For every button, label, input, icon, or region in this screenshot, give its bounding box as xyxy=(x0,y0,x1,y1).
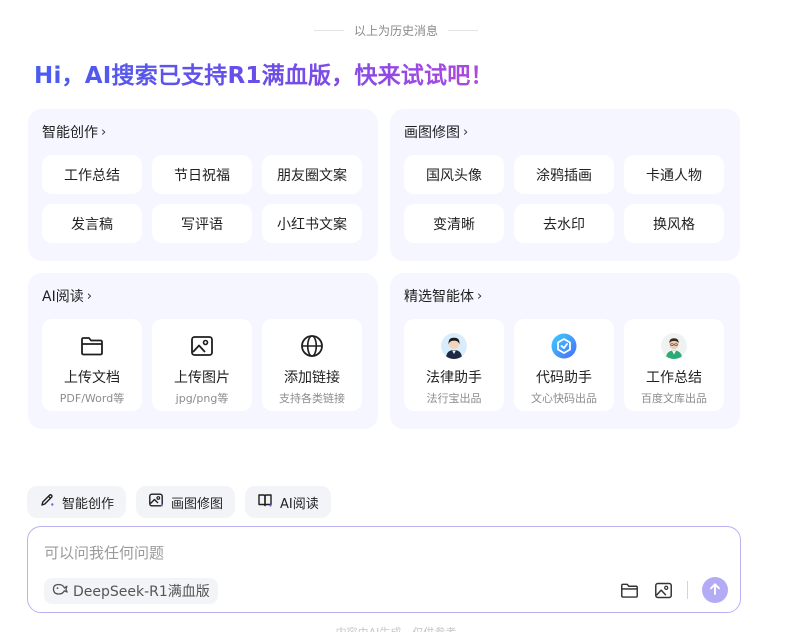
creation-card-title-text: 智能创作 xyxy=(42,125,98,141)
upload-image-tile[interactable]: 上传图片 jpg/png等 xyxy=(152,319,252,411)
deepseek-whale-icon xyxy=(52,582,68,600)
reading-card-title-text: AI阅读 xyxy=(42,289,84,305)
folder-icon xyxy=(79,333,105,359)
attach-folder-icon[interactable] xyxy=(619,580,639,600)
reading-card-title[interactable]: AI阅读 › xyxy=(42,285,364,307)
reading-tool-button[interactable]: AI阅读 xyxy=(245,486,331,518)
lawyer-avatar-icon xyxy=(441,333,467,359)
chip-guofeng-avatar[interactable]: 国风头像 xyxy=(404,155,504,194)
add-link-label: 添加链接 xyxy=(284,370,340,386)
headline: Hi，AI搜索已支持R1满血版，快来试试吧！ xyxy=(34,56,494,90)
chip-comment[interactable]: 写评语 xyxy=(152,204,252,243)
chat-input[interactable] xyxy=(44,541,644,565)
chevron-right-icon: › xyxy=(477,288,483,304)
painting-tool-button[interactable]: 画图修图 xyxy=(136,486,236,518)
history-divider-text: 以上为历史消息 xyxy=(353,24,438,38)
chip-remove-watermark[interactable]: 去水印 xyxy=(514,204,614,243)
arrow-up-icon xyxy=(708,581,722,600)
creation-tool-label: 智能创作 xyxy=(62,496,115,512)
legal-assistant-sub: 法行宝出品 xyxy=(426,392,482,405)
pen-sparkle-icon xyxy=(39,492,55,512)
agents-card-title[interactable]: 精选智能体 › xyxy=(404,285,726,307)
work-summary-agent-label: 工作总结 xyxy=(646,370,702,386)
image-icon xyxy=(189,333,215,359)
upload-image-label: 上传图片 xyxy=(174,370,230,386)
creation-card: 智能创作 › 工作总结 节日祝福 朋友圈文案 发言稿 写评语 小红书文案 xyxy=(28,109,378,261)
ai-disclaimer: 内容由AI生成，仅供参考 xyxy=(0,624,792,632)
upload-document-sub: PDF/Word等 xyxy=(59,392,125,405)
legal-assistant-label: 法律助手 xyxy=(426,370,482,386)
chevron-right-icon: › xyxy=(463,124,469,140)
agents-card: 精选智能体 › 法律助手 法行宝出品 代码助手 文心快码出品 工作总结 百度文库… xyxy=(390,273,740,429)
chip-xiaohongshu-copy[interactable]: 小红书文案 xyxy=(262,204,362,243)
upload-image-sub: jpg/png等 xyxy=(175,392,229,405)
creation-tool-button[interactable]: 智能创作 xyxy=(27,486,127,518)
legal-assistant-tile[interactable]: 法律助手 法行宝出品 xyxy=(404,319,504,411)
painting-card: 画图修图 › 国风头像 涂鸦插画 卡通人物 变清晰 去水印 换风格 xyxy=(390,109,740,261)
quick-toolbar: 智能创作 画图修图 AI阅读 xyxy=(27,486,331,518)
chip-doodle-illustration[interactable]: 涂鸦插画 xyxy=(514,155,614,194)
code-assistant-sub: 文心快码出品 xyxy=(531,392,597,405)
input-actions xyxy=(619,577,728,603)
chat-input-box: DeepSeek-R1满血版 xyxy=(27,526,741,613)
worker-avatar-icon xyxy=(661,333,687,359)
code-assistant-tile[interactable]: 代码助手 文心快码出品 xyxy=(514,319,614,411)
upload-document-tile[interactable]: 上传文档 PDF/Word等 xyxy=(42,319,142,411)
work-summary-agent-tile[interactable]: 工作总结 百度文库出品 xyxy=(624,319,724,411)
divider-line-right xyxy=(448,30,478,31)
reading-card: AI阅读 › 上传文档 PDF/Word等 上传图片 jpg/png等 添加链接… xyxy=(28,273,378,429)
chip-cartoon-character[interactable]: 卡通人物 xyxy=(624,155,724,194)
chip-moments-copy[interactable]: 朋友圈文案 xyxy=(262,155,362,194)
code-assistant-label: 代码助手 xyxy=(536,370,592,386)
add-link-sub: 支持各类链接 xyxy=(279,392,345,405)
painting-card-title[interactable]: 画图修图 › xyxy=(404,121,726,143)
add-link-tile[interactable]: 添加链接 支持各类链接 xyxy=(262,319,362,411)
model-selector[interactable]: DeepSeek-R1满血版 xyxy=(44,578,218,604)
model-name: DeepSeek-R1满血版 xyxy=(73,584,210,600)
book-icon xyxy=(257,492,273,512)
painting-card-title-text: 画图修图 xyxy=(404,125,460,141)
reading-tool-label: AI阅读 xyxy=(280,496,319,512)
attach-image-icon[interactable] xyxy=(653,580,673,600)
chip-speech[interactable]: 发言稿 xyxy=(42,204,142,243)
agents-card-title-text: 精选智能体 xyxy=(404,289,474,305)
painting-tool-label: 画图修图 xyxy=(171,496,224,512)
globe-icon xyxy=(299,333,325,359)
upload-document-label: 上传文档 xyxy=(64,370,120,386)
chip-work-summary[interactable]: 工作总结 xyxy=(42,155,142,194)
history-divider: 以上为历史消息 xyxy=(0,22,792,39)
work-summary-agent-sub: 百度文库出品 xyxy=(641,392,707,405)
chip-enhance[interactable]: 变清晰 xyxy=(404,204,504,243)
image-edit-icon xyxy=(148,492,164,512)
chip-holiday-greeting[interactable]: 节日祝福 xyxy=(152,155,252,194)
chevron-right-icon: › xyxy=(86,288,92,304)
divider-line-left xyxy=(313,30,344,31)
code-logo-icon xyxy=(551,333,577,359)
creation-card-title[interactable]: 智能创作 › xyxy=(42,121,364,143)
send-button[interactable] xyxy=(702,577,728,603)
action-separator xyxy=(687,581,688,599)
chip-change-style[interactable]: 换风格 xyxy=(624,204,724,243)
chevron-right-icon: › xyxy=(101,124,107,140)
